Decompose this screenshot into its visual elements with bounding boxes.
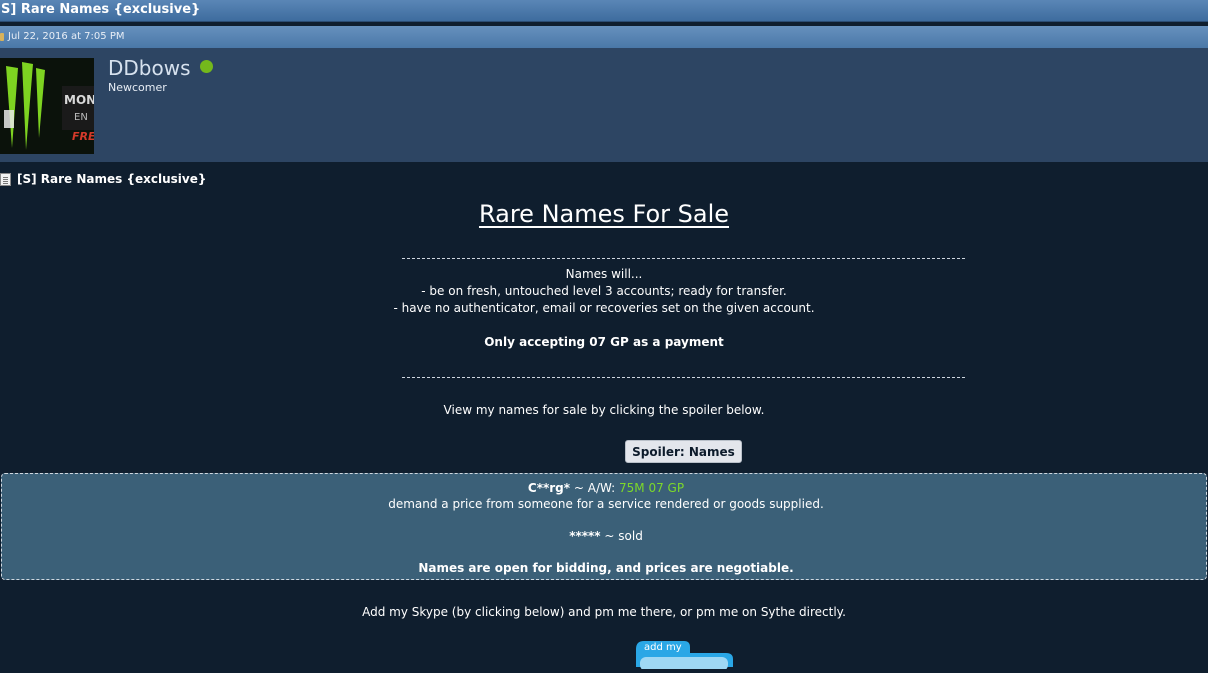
divider-top (402, 258, 965, 259)
thread-title: S] Rare Names {exclusive} (1, 2, 201, 17)
spoiler-content: C**rg* ~ A/W: 75M 07 GP demand a price f… (1, 473, 1207, 580)
online-status-icon (200, 60, 213, 73)
skype-badge-text: add my (644, 642, 682, 653)
spoiler-name-1-sep: ~ A/W: (570, 481, 620, 495)
post-title-row: [S] Rare Names {exclusive} (0, 170, 206, 186)
svg-text:MON: MON (64, 93, 94, 107)
post-pin-icon (0, 33, 4, 41)
spoiler-name-1: C**rg* (527, 481, 571, 495)
monster-logo-icon: MON EN FRE (0, 58, 94, 154)
spoiler-button[interactable]: Spoiler: Names (625, 440, 742, 463)
bullet-1: - be on fresh, untouched level 3 account… (421, 284, 787, 298)
username[interactable]: DDbows (108, 56, 191, 80)
spoiler-name-2: ***** (569, 529, 601, 543)
avatar[interactable]: MON EN FRE (0, 58, 94, 154)
spoiler-name-1-price: 75M 07 GP (619, 481, 685, 495)
spoiler-name-1-desc: demand a price from someone for a servic… (388, 497, 824, 511)
spoiler-name-1-line: C**rg* ~ A/W: 75M 07 GP (2, 481, 1208, 495)
post-heading: Rare Names For Sale (478, 200, 730, 228)
post-date-bar: Jul 22, 2016 at 7:05 PM (0, 26, 1208, 48)
bidding-note: Names are open for bidding, and prices a… (418, 561, 794, 575)
svg-text:FRE: FRE (72, 130, 94, 143)
thread-title-bar: S] Rare Names {exclusive} (0, 0, 1208, 22)
svg-text:EN: EN (74, 112, 88, 123)
user-info-bar: MON EN FRE DDbows Newcomer (0, 48, 1208, 162)
user-rank: Newcomer (108, 81, 167, 94)
view-note: View my names for sale by clicking the s… (443, 403, 765, 417)
intro-text: Names will... (565, 267, 643, 281)
divider-bottom (402, 377, 965, 378)
document-icon (0, 173, 11, 186)
bullet-2: - have no authenticator, email or recove… (393, 301, 815, 315)
post-title: [S] Rare Names {exclusive} (17, 172, 207, 186)
payment-note: Only accepting 07 GP as a payment (484, 335, 724, 349)
post-date[interactable]: Jul 22, 2016 at 7:05 PM (8, 31, 124, 42)
spoiler-name-2-status: ~ sold (600, 529, 643, 543)
contact-note: Add my Skype (by clicking below) and pm … (362, 605, 846, 619)
spoiler-name-2-line: ***** ~ sold (2, 529, 1208, 543)
post-body: [S] Rare Names {exclusive} Rare Names Fo… (0, 162, 1208, 671)
